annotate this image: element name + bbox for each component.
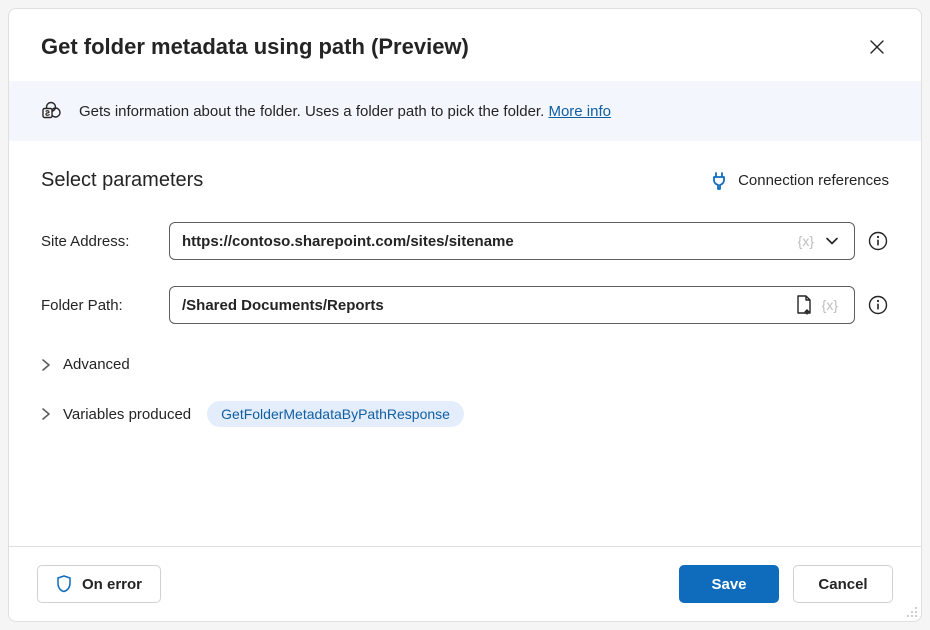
advanced-label: Advanced (63, 356, 130, 373)
param-row-folder-path: Folder Path: {x} (41, 286, 889, 324)
folder-path-input[interactable] (182, 297, 792, 314)
variables-produced-label[interactable]: Variables produced (63, 406, 191, 423)
site-address-info-button[interactable] (867, 230, 889, 252)
connection-references-button[interactable]: Connection references (710, 172, 889, 190)
site-address-label: Site Address: (41, 233, 151, 250)
dialog-header: Get folder metadata using path (Preview) (9, 9, 921, 81)
variable-chip[interactable]: GetFolderMetadataByPathResponse (207, 401, 464, 427)
variable-token-icon[interactable]: {x} (792, 233, 820, 249)
folder-path-info-button[interactable] (867, 294, 889, 316)
sharepoint-icon (41, 100, 63, 122)
info-icon (868, 231, 888, 251)
site-address-input-wrap: {x} (169, 222, 889, 260)
shield-icon (56, 575, 72, 593)
site-address-input-box[interactable]: {x} (169, 222, 855, 260)
footer-actions: Save Cancel (679, 565, 893, 603)
resize-grip-icon (905, 605, 919, 619)
close-icon (869, 39, 885, 55)
site-address-dropdown-button[interactable] (820, 234, 844, 248)
info-icon (868, 295, 888, 315)
section-header: Select parameters Connection references (41, 169, 889, 192)
cancel-button[interactable]: Cancel (793, 565, 893, 603)
more-info-link[interactable]: More info (548, 103, 611, 120)
dialog-body: Select parameters Connection references … (9, 141, 921, 546)
folder-path-input-wrap: {x} (169, 286, 889, 324)
param-row-site-address: Site Address: {x} (41, 222, 889, 260)
banner-text-wrap: Gets information about the folder. Uses … (79, 103, 611, 120)
section-title: Select parameters (41, 169, 203, 192)
info-banner: Gets information about the folder. Uses … (9, 81, 921, 141)
variable-token-icon[interactable]: {x} (816, 297, 844, 313)
folder-picker-button[interactable] (792, 295, 816, 315)
save-button[interactable]: Save (679, 565, 779, 603)
on-error-label: On error (82, 576, 142, 593)
plug-icon (710, 172, 728, 190)
chevron-right-icon[interactable] (41, 408, 53, 420)
folder-path-label: Folder Path: (41, 297, 151, 314)
dialog: Get folder metadata using path (Preview)… (8, 8, 922, 622)
resize-grip[interactable] (905, 605, 919, 619)
dialog-footer: On error Save Cancel (9, 546, 921, 621)
file-picker-icon (795, 295, 813, 315)
connection-references-label: Connection references (738, 172, 889, 189)
chevron-right-icon (41, 359, 53, 371)
dialog-title: Get folder metadata using path (Preview) (41, 34, 469, 60)
banner-text: Gets information about the folder. Uses … (79, 103, 548, 120)
site-address-input[interactable] (182, 233, 792, 250)
chevron-down-icon (825, 234, 839, 248)
on-error-button[interactable]: On error (37, 565, 161, 603)
advanced-expander[interactable]: Advanced (41, 350, 889, 379)
variables-produced-row: Variables produced GetFolderMetadataByPa… (41, 395, 889, 433)
close-button[interactable] (861, 31, 893, 63)
folder-path-input-box[interactable]: {x} (169, 286, 855, 324)
